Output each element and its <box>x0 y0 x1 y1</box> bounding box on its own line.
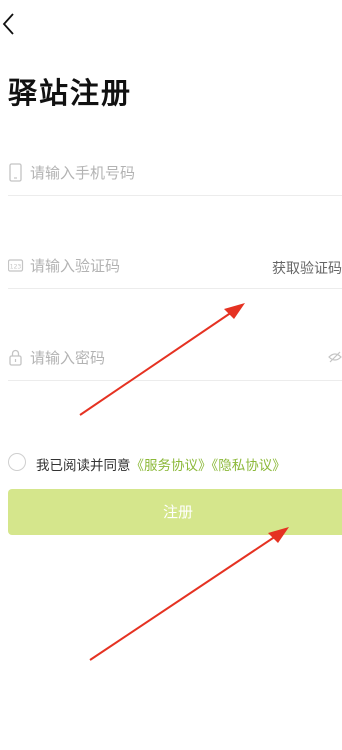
annotation-arrow-icon <box>89 527 289 661</box>
page-title: 驿站注册 <box>8 76 133 110</box>
svg-text:123: 123 <box>10 264 22 271</box>
chevron-left-icon <box>2 13 14 35</box>
password-field <box>8 340 342 381</box>
verification-code-input[interactable] <box>30 254 250 278</box>
phone-field <box>8 155 342 196</box>
agreement-text: 我已阅读并同意《服务协议》《隐私协议》 <box>36 454 286 474</box>
get-code-button[interactable]: 获取验证码 <box>272 258 342 278</box>
password-input[interactable] <box>30 346 270 370</box>
agreement-row: 我已阅读并同意《服务协议》《隐私协议》 <box>8 452 342 474</box>
lock-icon <box>9 349 22 366</box>
agreement-radio[interactable] <box>8 453 26 471</box>
phone-input[interactable] <box>30 161 270 185</box>
numeric-keypad-icon: 123 <box>8 259 24 272</box>
back-button[interactable] <box>0 10 20 38</box>
register-button[interactable]: 注册 <box>8 489 342 535</box>
agreement-prefix: 我已阅读并同意 <box>36 458 131 474</box>
verification-code-field: 123 获取验证码 <box>8 248 342 289</box>
privacy-agreement-link[interactable]: 《隐私协议》 <box>212 458 286 474</box>
phone-icon <box>9 163 22 182</box>
eye-off-icon[interactable] <box>328 350 342 364</box>
service-agreement-link[interactable]: 《服务协议》 <box>131 458 212 474</box>
